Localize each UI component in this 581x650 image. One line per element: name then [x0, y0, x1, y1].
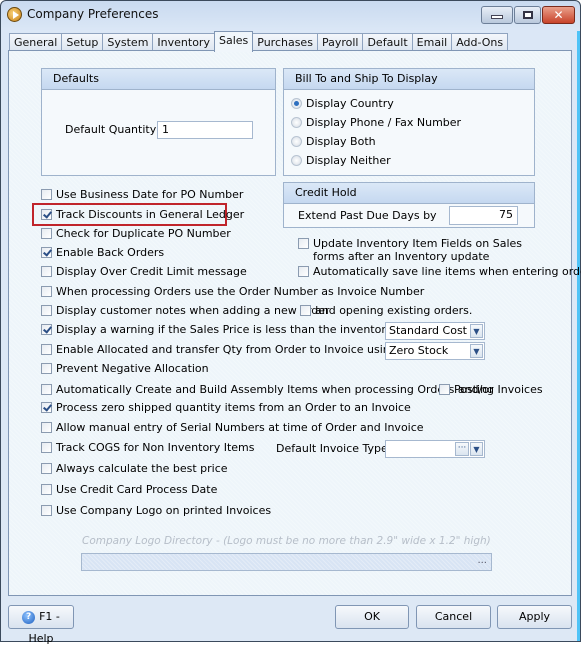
tab-sales[interactable]: Sales	[213, 31, 254, 52]
sales-price-cost-select[interactable]: Standard Cost ▼	[385, 322, 485, 340]
checkbox-checked-icon	[41, 209, 52, 220]
update-inventory-fields-checkbox[interactable]: Update Inventory Item Fields on Sales for…	[298, 237, 522, 263]
checkbox-prevent-negative-allocation[interactable]: Prevent Negative Allocation	[41, 362, 209, 375]
checkbox-back-orders[interactable]: Enable Back Orders	[41, 246, 164, 259]
checkbox-over-credit-limit[interactable]: Display Over Credit Limit message	[41, 265, 247, 278]
checkbox-icon	[41, 484, 52, 495]
checkbox-checked-icon	[41, 402, 52, 413]
checkbox-track-discounts[interactable]: Track Discounts in General Ledger	[41, 208, 244, 221]
default-invoice-type-label: Default Invoice Type	[276, 442, 388, 455]
checkbox-icon	[41, 189, 52, 200]
radio-button-icon	[291, 117, 302, 128]
checkbox-order-number-as-invoice[interactable]: When processing Orders use the Order Num…	[41, 285, 424, 298]
checkbox-customer-notes-existing[interactable]: and opening existing orders.	[300, 304, 472, 317]
checkbox-icon	[298, 238, 309, 249]
checkbox-icon	[41, 463, 52, 474]
radio-display-country[interactable]: Display Country	[291, 97, 394, 110]
radio-display-both[interactable]: Display Both	[291, 135, 376, 148]
checkbox-manual-serial-numbers[interactable]: Allow manual entry of Serial Numbers at …	[41, 421, 424, 434]
credit-hold-header: Credit Hold	[284, 183, 534, 204]
minimize-icon	[491, 15, 503, 19]
minimize-button[interactable]	[481, 6, 513, 24]
default-invoice-type-select[interactable]: ··· ▼	[385, 440, 485, 458]
checkbox-icon	[41, 363, 52, 374]
allocated-transfer-select[interactable]: Zero Stock ▼	[385, 342, 485, 360]
extend-past-due-label: Extend Past Due Days by	[298, 209, 437, 222]
close-icon: ✕	[553, 8, 564, 22]
checkbox-icon	[41, 228, 52, 239]
title-bar[interactable]: Company Preferences ✕	[1, 1, 580, 29]
checkbox-company-logo[interactable]: Use Company Logo on printed Invoices	[41, 504, 271, 517]
checkbox-icon	[41, 442, 52, 453]
maximize-icon	[522, 11, 533, 19]
extend-past-due-input[interactable]: 75	[449, 206, 518, 225]
auto-save-line-items-checkbox[interactable]: Automatically save line items when enter…	[298, 265, 581, 278]
checkbox-icon	[41, 286, 52, 297]
checkbox-track-cogs[interactable]: Track COGS for Non Inventory Items	[41, 441, 254, 454]
browse-ellipsis-icon[interactable]: ...	[477, 555, 487, 566]
checkbox-use-business-date[interactable]: Use Business Date for PO Number	[41, 188, 243, 201]
window-title: Company Preferences	[27, 7, 159, 21]
apply-button[interactable]: Apply	[497, 605, 572, 629]
company-logo-directory-label: Company Logo Directory - (Logo must be n…	[82, 535, 491, 547]
checkbox-sales-price-warning[interactable]: Display a warning if the Sales Price is …	[41, 323, 426, 336]
radio-button-icon	[291, 98, 302, 109]
checkbox-icon	[41, 305, 52, 316]
checkbox-icon	[298, 266, 309, 277]
defaults-header: Defaults	[42, 69, 275, 90]
default-quantity-input[interactable]: 1	[157, 121, 253, 139]
radio-button-icon	[291, 155, 302, 166]
checkbox-checked-icon	[41, 247, 52, 258]
checkbox-posting-invoices[interactable]: Posting Invoices	[439, 383, 543, 396]
bill-ship-header: Bill To and Ship To Display	[284, 69, 534, 90]
checkbox-credit-card-date[interactable]: Use Credit Card Process Date	[41, 483, 217, 496]
checkbox-auto-build-assembly[interactable]: Automatically Create and Build Assembly …	[41, 383, 494, 396]
chevron-down-icon[interactable]: ▼	[470, 324, 483, 338]
checkbox-customer-notes-new[interactable]: Display customer notes when adding a new…	[41, 304, 330, 317]
checkbox-best-price[interactable]: Always calculate the best price	[41, 462, 228, 475]
radio-display-neither[interactable]: Display Neither	[291, 154, 391, 167]
checkbox-icon	[41, 422, 52, 433]
radio-button-icon	[291, 136, 302, 147]
help-icon: ?	[22, 610, 36, 624]
ellipsis-icon[interactable]: ···	[455, 442, 469, 456]
maximize-button[interactable]	[514, 6, 541, 24]
checkbox-checked-icon	[41, 324, 52, 335]
default-quantity-label: Default Quantity	[65, 123, 157, 136]
tab-strip: General Setup System Inventory Sales Pur…	[9, 31, 509, 52]
checkbox-icon	[41, 505, 52, 516]
cancel-button[interactable]: Cancel	[416, 605, 491, 629]
close-button[interactable]: ✕	[542, 6, 575, 24]
checkbox-icon	[300, 305, 311, 316]
checkbox-process-zero-shipped[interactable]: Process zero shipped quantity items from…	[41, 401, 411, 414]
checkbox-duplicate-po[interactable]: Check for Duplicate PO Number	[41, 227, 231, 240]
checkbox-icon	[41, 266, 52, 277]
radio-display-phone-fax[interactable]: Display Phone / Fax Number	[291, 116, 461, 129]
checkbox-icon	[41, 344, 52, 355]
company-logo-directory-input[interactable]: ...	[81, 553, 492, 571]
chevron-down-icon[interactable]: ▼	[470, 344, 483, 358]
checkbox-enable-allocated[interactable]: Enable Allocated and transfer Qty from O…	[41, 343, 404, 356]
help-button[interactable]: ? F1 - Help	[8, 605, 74, 645]
checkbox-icon	[41, 384, 52, 395]
ok-button[interactable]: OK	[335, 605, 409, 629]
chevron-down-icon[interactable]: ▼	[470, 442, 483, 456]
app-icon	[7, 7, 22, 22]
checkbox-icon	[439, 384, 450, 395]
